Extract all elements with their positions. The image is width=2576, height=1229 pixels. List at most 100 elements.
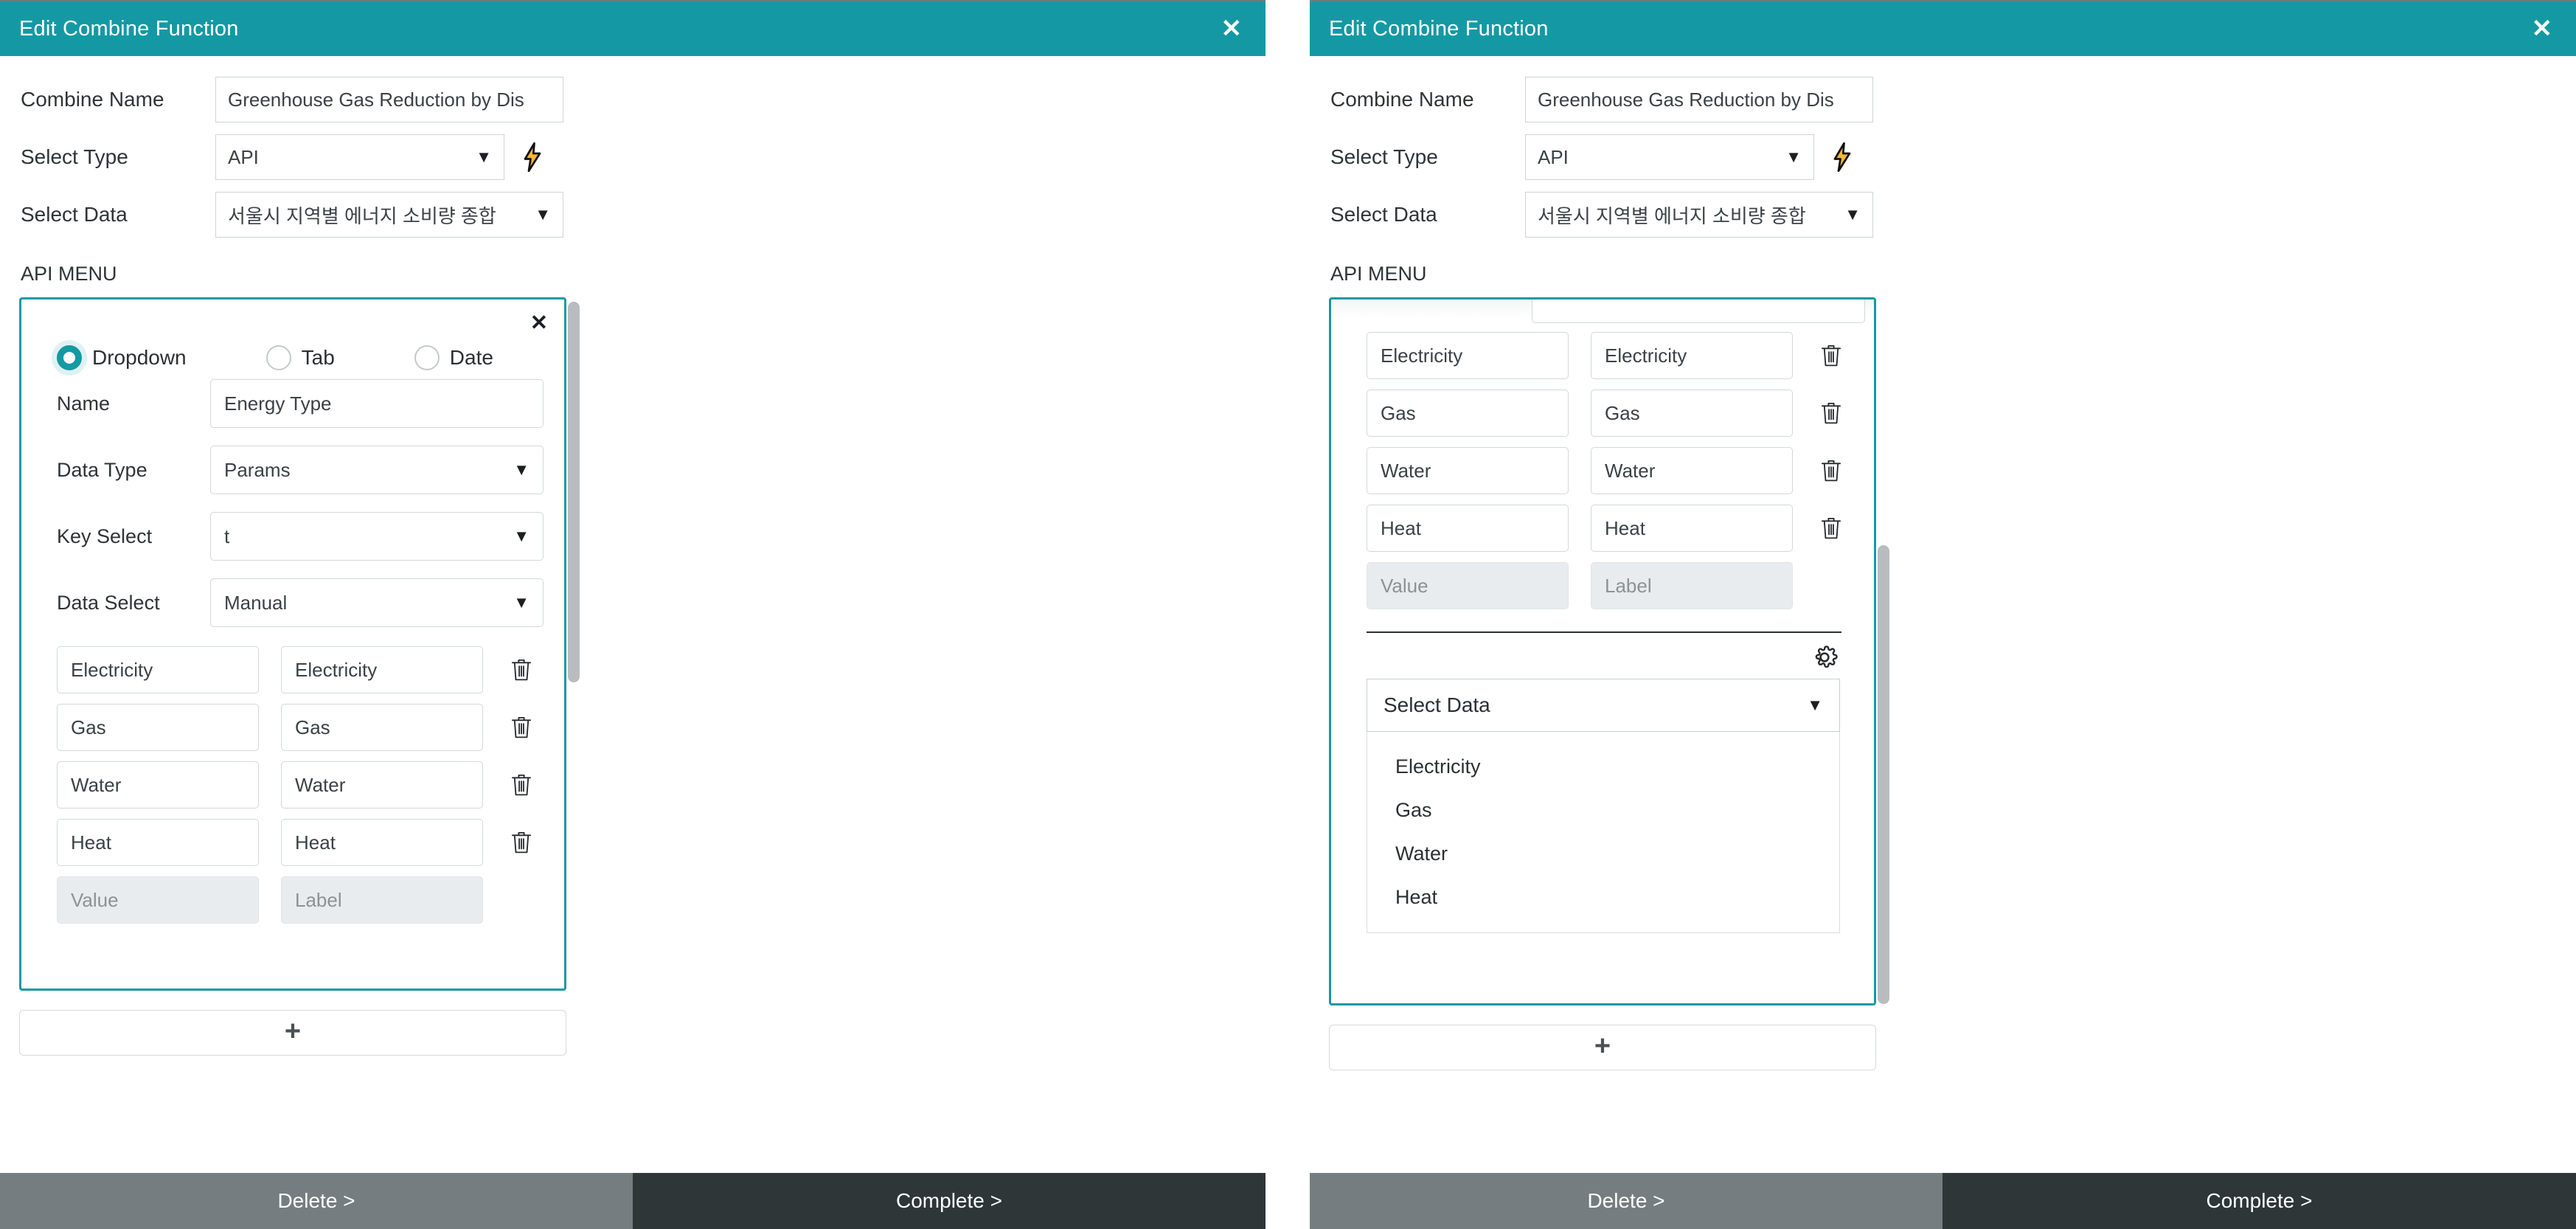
combine-name-label: Combine Name [21, 88, 164, 111]
combine-name-value: Greenhouse Gas Reduction by Dis [228, 88, 524, 111]
trash-icon[interactable] [505, 652, 538, 688]
select-data-option-list: Electricity Gas Water Heat [1367, 732, 1840, 933]
add-menu-button[interactable]: + [19, 1010, 566, 1056]
key-select-row: Key Select t ▼ [21, 503, 564, 570]
list-item[interactable]: Electricity [1367, 745, 1839, 789]
new-pair-label-placeholder: Label [1605, 574, 1652, 597]
table-row-new: Value Label [57, 876, 564, 924]
dialog-footer-right: Delete > Complete > [1310, 1173, 2576, 1229]
key-select-value: t [224, 525, 230, 547]
pair-value-input[interactable]: Gas [1367, 390, 1569, 437]
table-row: Gas Gas [1367, 390, 1874, 437]
card-scrollbar-thumb[interactable] [1878, 545, 1889, 1004]
pair-value-input[interactable]: Heat [57, 819, 259, 866]
screenshot-stage: Edit Combine Function ✕ Combine Name Gre… [0, 0, 2576, 1229]
pair-value-input[interactable]: Water [1367, 447, 1569, 494]
menu-name-input[interactable]: Energy Type [210, 379, 544, 428]
trash-icon[interactable] [505, 825, 538, 860]
list-item[interactable]: Gas [1367, 789, 1839, 832]
trash-icon[interactable] [1815, 395, 1847, 431]
list-item[interactable]: Water [1367, 832, 1839, 876]
add-menu-button[interactable]: + [1329, 1025, 1876, 1070]
key-select-dropdown[interactable]: t ▼ [210, 512, 544, 561]
dialog-title: Edit Combine Function [19, 16, 239, 41]
dialog-titlebar-left: Edit Combine Function ✕ [0, 0, 1266, 56]
new-pair-label-input[interactable]: Label [1591, 562, 1793, 609]
new-pair-label-placeholder: Label [295, 888, 342, 911]
pair-label-input[interactable]: Electricity [1591, 332, 1793, 379]
data-select-dropdown-partial[interactable] [1532, 300, 1865, 323]
api-menu-card-wrap-right: Electricity Electricity Gas Gas Water Wa… [1329, 297, 1889, 1005]
data-select-dropdown[interactable]: Manual ▼ [210, 578, 544, 627]
plus-icon: + [284, 1016, 302, 1047]
card-scrollbar-thumb[interactable] [568, 302, 580, 682]
select-type-row: Select Type API ▼ [0, 128, 1266, 186]
combine-name-input[interactable]: Greenhouse Gas Reduction by Dis [215, 77, 563, 122]
select-data-dropdown[interactable]: 서울시 지역별 에너지 소비량 종합 ▼ [1525, 192, 1873, 238]
pair-value-text: Heat [1381, 516, 1421, 539]
combine-name-input[interactable]: Greenhouse Gas Reduction by Dis [1525, 77, 1873, 122]
trash-icon[interactable] [1815, 453, 1847, 488]
radio-dropdown[interactable]: Dropdown [57, 345, 187, 370]
complete-button[interactable]: Complete > [633, 1173, 1266, 1229]
radio-tab[interactable]: Tab [265, 345, 335, 370]
pair-value-text: Electricity [71, 658, 153, 681]
lightning-bolt-icon[interactable] [1827, 141, 1857, 173]
table-row-new: Value Label [1367, 562, 1874, 609]
table-row: Heat Heat [57, 819, 564, 866]
combine-name-label: Combine Name [1330, 88, 1474, 111]
trash-icon[interactable] [1815, 338, 1847, 373]
delete-button[interactable]: Delete > [1310, 1173, 1943, 1229]
select-type-label: Select Type [21, 145, 128, 168]
list-item[interactable]: Heat [1367, 876, 1839, 919]
pair-label-input[interactable]: Heat [1591, 505, 1793, 552]
chevron-down-icon: ▼ [1807, 696, 1823, 714]
pair-value-text: Heat [71, 831, 111, 854]
value-label-pair-list: Electricity Electricity Gas Gas Water Wa… [21, 636, 564, 924]
trash-icon[interactable] [1815, 510, 1847, 546]
pair-value-input[interactable]: Electricity [1367, 332, 1569, 379]
trash-icon[interactable] [505, 767, 538, 803]
delete-button[interactable]: Delete > [0, 1173, 633, 1229]
new-pair-value-placeholder: Value [71, 888, 119, 911]
new-pair-label-input[interactable]: Label [281, 876, 483, 924]
data-type-dropdown[interactable]: Params ▼ [210, 446, 544, 494]
pair-label-input[interactable]: Heat [281, 819, 483, 866]
pair-value-input[interactable]: Water [57, 761, 259, 809]
select-data-dropdown[interactable]: 서울시 지역별 에너지 소비량 종합 ▼ [215, 192, 563, 238]
combine-form-right: Combine Name Greenhouse Gas Reduction by… [1310, 56, 2576, 1070]
pair-label-text: Heat [1605, 516, 1645, 539]
pair-label-input[interactable]: Gas [281, 704, 483, 751]
select-type-dropdown[interactable]: API ▼ [1525, 134, 1814, 180]
select-type-dropdown[interactable]: API ▼ [215, 134, 504, 180]
gear-icon[interactable] [1811, 643, 1840, 673]
pair-label-input[interactable]: Electricity [281, 646, 483, 693]
close-icon[interactable]: ✕ [530, 310, 548, 336]
table-row: Electricity Electricity [1367, 332, 1874, 379]
pair-value-input[interactable]: Gas [57, 704, 259, 751]
select-data-preview-button[interactable]: Select Data ▼ [1367, 679, 1840, 732]
select-type-row: Select Type API ▼ [1310, 128, 2576, 186]
pair-label-input[interactable]: Water [1591, 447, 1793, 494]
edit-combine-function-dialog-right: Edit Combine Function ✕ Combine Name Gre… [1310, 0, 2576, 1229]
lightning-bolt-icon[interactable] [518, 141, 547, 173]
select-data-row: Select Data 서울시 지역별 에너지 소비량 종합 ▼ [1310, 186, 2576, 243]
pair-label-text: Gas [1605, 401, 1640, 424]
data-type-row: Data Type Params ▼ [21, 437, 564, 503]
new-pair-value-input[interactable]: Value [1367, 562, 1569, 609]
settings-row [1331, 633, 1874, 673]
pair-value-input[interactable]: Electricity [57, 646, 259, 693]
radio-date[interactable]: Date [414, 345, 493, 370]
data-type-value: Params [224, 458, 291, 481]
api-menu-card-inner: Dropdown Tab Date Name Energy Type Data … [21, 300, 564, 924]
trash-icon[interactable] [505, 710, 538, 745]
close-icon[interactable]: ✕ [2527, 13, 2558, 44]
close-icon[interactable]: ✕ [1217, 13, 1247, 44]
pair-value-input[interactable]: Heat [1367, 505, 1569, 552]
new-pair-value-input[interactable]: Value [57, 876, 259, 924]
select-data-label: Select Data [21, 203, 128, 226]
pair-label-input[interactable]: Gas [1591, 390, 1793, 437]
pair-value-text: Gas [71, 716, 106, 738]
pair-label-input[interactable]: Water [281, 761, 483, 809]
complete-button[interactable]: Complete > [1943, 1173, 2576, 1229]
